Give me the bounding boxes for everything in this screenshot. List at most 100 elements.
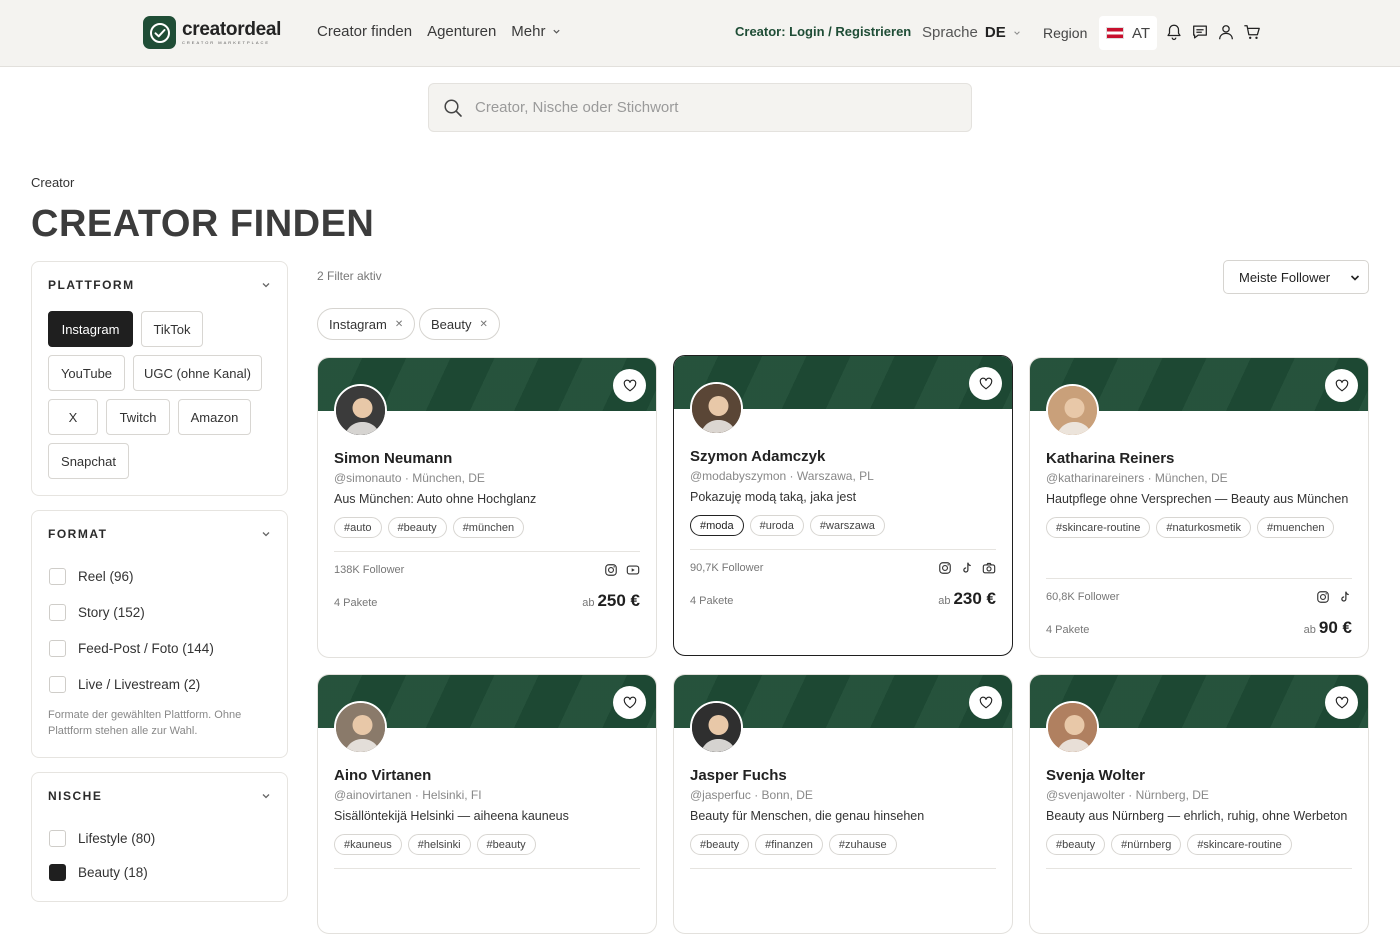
creator-card[interactable]: Szymon Adamczyk @modabyszymon · Warszawa,…: [673, 355, 1013, 656]
nav-creator-finden[interactable]: Creator finden: [317, 23, 412, 40]
youtube-icon: [626, 563, 640, 577]
country-selector[interactable]: AT: [1099, 16, 1157, 50]
favorite-heart-icon[interactable]: [1325, 686, 1358, 719]
format-option-feed-post[interactable]: Feed-Post / Foto (144): [49, 640, 214, 657]
creator-login-link[interactable]: Creator: Login / Registrieren: [735, 24, 911, 39]
creator-tag[interactable]: #zuhause: [828, 834, 897, 855]
format-option-live[interactable]: Live / Livestream (2): [49, 676, 200, 693]
creator-name[interactable]: Jasper Fuchs: [690, 767, 787, 784]
creator-tag[interactable]: #beauty: [690, 834, 750, 855]
creator-tag[interactable]: #naturkosmetik: [1156, 517, 1251, 538]
creator-name[interactable]: Aino Virtanen: [334, 767, 431, 784]
creator-tag[interactable]: #auto: [334, 517, 382, 538]
creator-tag[interactable]: #beauty: [476, 834, 536, 855]
checkbox[interactable]: [49, 568, 66, 585]
format-option-reel[interactable]: Reel (96): [49, 568, 134, 585]
platform-chip-youtube[interactable]: YouTube: [48, 355, 125, 391]
creator-tag[interactable]: #nürnberg: [1111, 834, 1182, 855]
favorite-heart-icon[interactable]: [969, 367, 1002, 400]
close-icon[interactable]: ✕: [395, 319, 403, 330]
creator-card[interactable]: Aino Virtanen @ainovirtanen · Helsinki, F…: [317, 674, 657, 934]
cart-icon[interactable]: [1243, 23, 1261, 41]
format-option-label: Story (152): [78, 605, 145, 620]
logo[interactable]: creatordeal CREATOR MARKETPLACE: [143, 16, 281, 49]
favorite-heart-icon[interactable]: [613, 686, 646, 719]
avatar[interactable]: [1046, 384, 1099, 437]
platform-chip-amazon[interactable]: Amazon: [178, 399, 251, 435]
active-tag-instagram[interactable]: Instagram ✕: [317, 308, 416, 340]
creator-tag[interactable]: #beauty: [1046, 834, 1106, 855]
creator-tag[interactable]: #uroda: [749, 515, 804, 536]
creator-handle-location: @katharinareiners · München, DE: [1046, 471, 1228, 485]
creator-card[interactable]: Jasper Fuchs @jasperfuc · Bonn, DE Beauty …: [673, 674, 1013, 934]
creator-tags: #auto #beauty #münchen: [334, 517, 644, 538]
platform-chip-tiktok[interactable]: TikTok: [141, 311, 203, 347]
checkbox[interactable]: [49, 830, 66, 847]
user-icon[interactable]: [1217, 23, 1235, 41]
platform-chip-instagram[interactable]: Instagram: [48, 311, 133, 347]
avatar[interactable]: [334, 701, 387, 754]
bell-icon[interactable]: [1165, 23, 1183, 41]
active-tag-label: Beauty: [431, 316, 472, 332]
platform-chip-snapchat[interactable]: Snapchat: [48, 443, 129, 479]
creator-tag[interactable]: #warszawa: [809, 515, 885, 536]
price: ab 250 €: [582, 591, 640, 611]
creator-tag[interactable]: #helsinki: [407, 834, 471, 855]
avatar[interactable]: [690, 382, 743, 435]
checkbox[interactable]: [49, 676, 66, 693]
niche-option-beauty[interactable]: Beauty (18): [49, 864, 148, 881]
creator-tag[interactable]: #muenchen: [1256, 517, 1335, 538]
avatar[interactable]: [1046, 701, 1099, 754]
nav-agenturen[interactable]: Agenturen: [427, 23, 496, 40]
format-option-story[interactable]: Story (152): [49, 604, 145, 621]
creator-name[interactable]: Szymon Adamczyk: [690, 448, 825, 465]
favorite-heart-icon[interactable]: [969, 686, 1002, 719]
chat-icon[interactable]: [1191, 23, 1209, 41]
creator-tag[interactable]: #skincare-routine: [1187, 834, 1292, 855]
creator-card[interactable]: Svenja Wolter @svenjawolter · Nürnberg, D…: [1029, 674, 1369, 934]
avatar[interactable]: [334, 384, 387, 437]
platform-icons: [938, 561, 996, 575]
platform-chip-x[interactable]: X: [48, 399, 98, 435]
close-icon[interactable]: ✕: [479, 319, 487, 330]
filter-niche-header[interactable]: NISCHE: [48, 789, 271, 803]
creator-tag[interactable]: #finanzen: [755, 834, 823, 855]
logo-subtitle: CREATOR MARKETPLACE: [182, 40, 271, 45]
search-input[interactable]: [475, 99, 935, 116]
nav-mehr[interactable]: Mehr: [511, 23, 561, 40]
creator-tags: #kauneus #helsinki #beauty: [334, 834, 644, 855]
active-tag-beauty[interactable]: Beauty ✕: [419, 308, 500, 340]
breadcrumb[interactable]: Creator: [31, 175, 74, 190]
creator-tag[interactable]: #skincare-routine: [1046, 517, 1151, 538]
favorite-heart-icon[interactable]: [1325, 369, 1358, 402]
favorite-heart-icon[interactable]: [613, 369, 646, 402]
austria-flag-icon: [1105, 27, 1124, 39]
checkbox[interactable]: [49, 640, 66, 657]
creator-bio: Hautpflege ohne Versprechen — Beauty aus…: [1046, 492, 1349, 506]
creator-bio: Pokazuję modą taką, jaka jest: [690, 490, 857, 504]
creator-tag[interactable]: #kauneus: [334, 834, 402, 855]
creator-card[interactable]: Simon Neumann @simonauto · München, DE Aus…: [317, 357, 657, 658]
platform-chip-twitch[interactable]: Twitch: [106, 399, 170, 435]
checkbox[interactable]: [49, 604, 66, 621]
niche-option-lifestyle[interactable]: Lifestyle (80): [49, 830, 155, 847]
creator-bio: Beauty für Menschen, die genau hinsehen: [690, 809, 925, 823]
language-selector[interactable]: Sprache DE: [922, 24, 1021, 41]
creator-name[interactable]: Katharina Reiners: [1046, 450, 1174, 467]
filter-format-header[interactable]: FORMAT: [48, 527, 271, 541]
filter-platform-header[interactable]: PLATTFORM: [48, 278, 271, 292]
creator-tag[interactable]: #moda: [690, 515, 744, 536]
checkbox-checked[interactable]: [49, 864, 66, 881]
card-divider: [690, 549, 996, 550]
creator-tag[interactable]: #münchen: [452, 517, 525, 538]
creator-name[interactable]: Svenja Wolter: [1046, 767, 1145, 784]
sort-select[interactable]: Meiste Follower: [1223, 260, 1369, 294]
card-divider: [690, 868, 996, 869]
creator-card[interactable]: Katharina Reiners @katharinareiners · Mün…: [1029, 357, 1369, 658]
creator-name[interactable]: Simon Neumann: [334, 450, 452, 467]
avatar[interactable]: [690, 701, 743, 754]
chevron-down-icon: [262, 794, 270, 799]
creator-handle: @jasperfuc: [690, 788, 751, 802]
creator-tag[interactable]: #beauty: [387, 517, 447, 538]
platform-chip-ugc[interactable]: UGC (ohne Kanal): [133, 355, 262, 391]
